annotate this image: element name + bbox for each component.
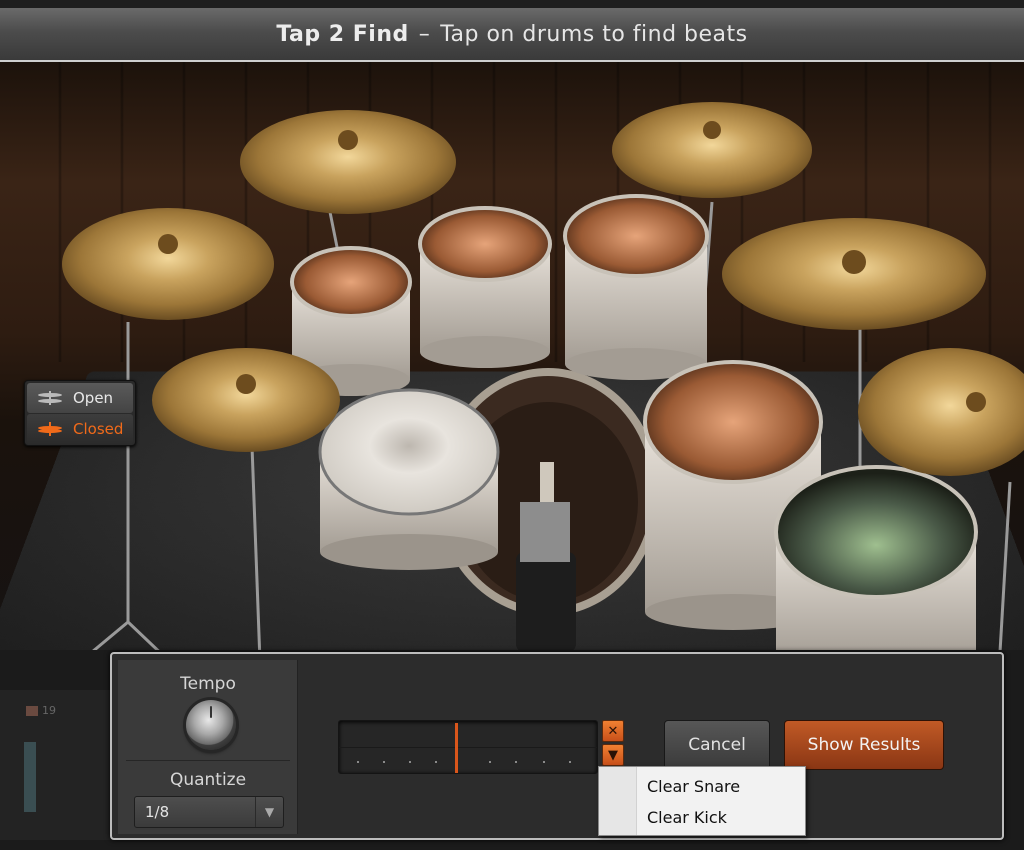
crash-cymbal-right [612, 102, 812, 198]
tempo-knob[interactable] [186, 700, 236, 750]
quantize-label: Quantize [169, 770, 247, 790]
hihat-open-label: Open [73, 389, 114, 407]
crash-cymbal-left [240, 110, 456, 214]
quantize-value: 1/8 [145, 803, 170, 821]
hihat-toggle: Open Closed [24, 380, 136, 446]
title-main: Tap 2 Find [276, 21, 409, 47]
clear-dropdown-menu: Clear Snare Clear Kick [598, 766, 806, 836]
chevron-down-icon: ▼ [255, 797, 283, 827]
divider [126, 760, 290, 761]
chevron-down-icon: ▼ [608, 747, 618, 763]
menu-item-clear-snare[interactable]: Clear Snare [647, 772, 740, 800]
tom-mid [418, 206, 552, 368]
pattern-step [515, 761, 517, 763]
pattern-step [435, 761, 437, 763]
settings-pane: Tempo Quantize 1/8 ▼ [118, 660, 298, 834]
pattern-step [409, 761, 411, 763]
track-marker [26, 706, 38, 716]
level-meter [24, 742, 36, 812]
background-track: 19 [0, 690, 110, 840]
title-separator: – [418, 21, 431, 47]
title-subtitle: Tap on drums to find beats [440, 21, 748, 47]
splash-cymbal [62, 208, 274, 320]
bar-number: 19 [42, 704, 56, 717]
quantize-select[interactable]: 1/8 ▼ [134, 796, 284, 828]
title-bar: Tap 2 Find – Tap on drums to find beats [0, 0, 1024, 62]
hihat-open-button[interactable]: Open [27, 383, 133, 413]
clear-pattern-button[interactable]: ✕ [602, 720, 624, 742]
hihat-closed-icon [38, 422, 62, 436]
close-icon: ✕ [607, 723, 619, 739]
playhead-cursor [455, 723, 458, 773]
tempo-label: Tempo [180, 674, 236, 694]
tom-right [563, 194, 709, 380]
drum-kit-illustration [62, 102, 1024, 662]
hihat-open-icon [38, 391, 62, 405]
tap2find-panel: Tempo Quantize 1/8 ▼ ✕ ▼ Cancel Show Res… [110, 652, 1004, 840]
pattern-step [357, 761, 359, 763]
menu-icon-strip [599, 767, 637, 835]
floor-tom-lower [774, 465, 978, 662]
china-cymbal [858, 348, 1024, 476]
beat-pattern-display [338, 720, 598, 774]
menu-item-clear-kick[interactable]: Clear Kick [647, 803, 727, 831]
pattern-divider [339, 747, 597, 748]
pattern-step [543, 761, 545, 763]
snare-drum [318, 388, 500, 570]
hihat-closed-button[interactable]: Closed [27, 414, 133, 444]
show-results-button[interactable]: Show Results [784, 720, 944, 770]
hihat-closed-label: Closed [73, 420, 124, 438]
pattern-step [569, 761, 571, 763]
cancel-button[interactable]: Cancel [664, 720, 770, 770]
pattern-step [383, 761, 385, 763]
drum-kit-stage[interactable] [0, 62, 1024, 662]
hihat-cymbal [152, 348, 340, 452]
clear-menu-button[interactable]: ▼ [602, 744, 624, 766]
pattern-step [489, 761, 491, 763]
